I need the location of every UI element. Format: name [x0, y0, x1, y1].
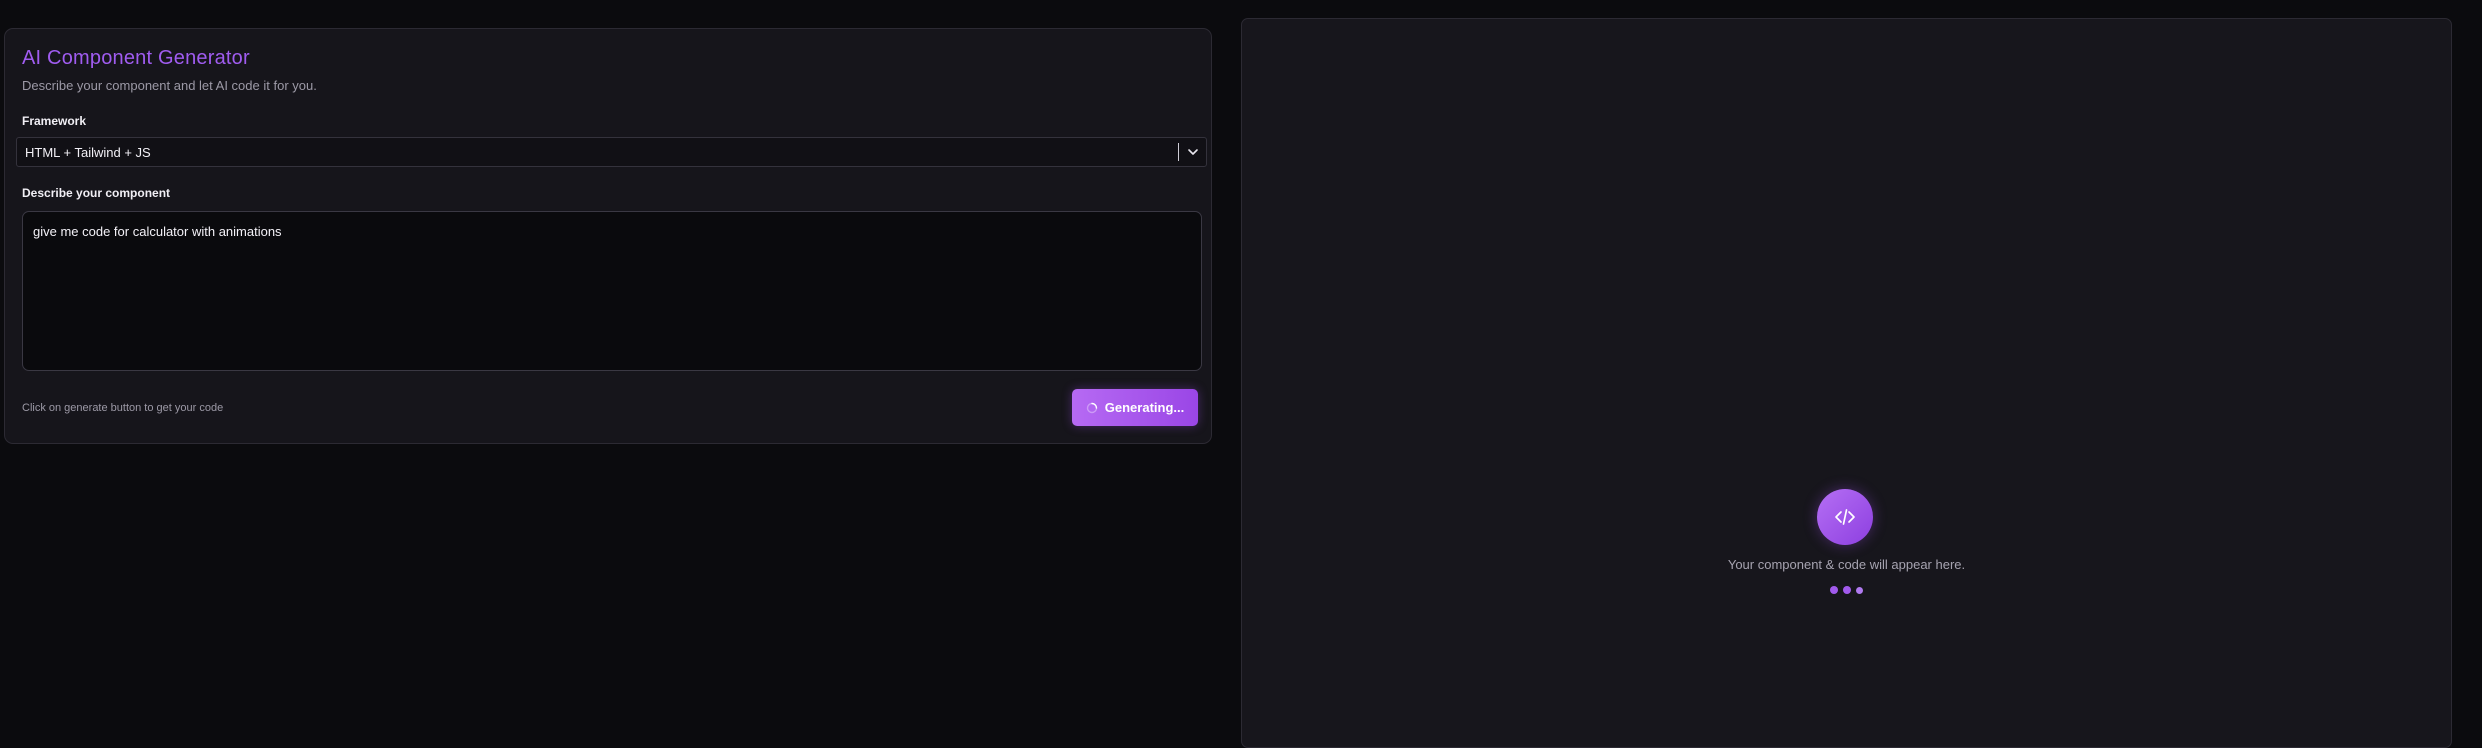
framework-select[interactable]: HTML + Tailwind + JS — [16, 137, 1207, 167]
preview-placeholder: Your component & code will appear here. — [1727, 557, 1966, 572]
page-title: AI Component Generator — [22, 47, 250, 69]
component-description-input[interactable]: give me code for calculator with animati… — [22, 211, 1202, 371]
framework-select-value: HTML + Tailwind + JS — [25, 145, 151, 160]
framework-label: Framework — [22, 114, 87, 128]
spinner-icon — [1086, 402, 1097, 413]
loading-dot — [1856, 586, 1863, 594]
generate-button-label: Generating... — [1104, 400, 1185, 415]
generator-panel: AI Component Generator Describe your com… — [4, 28, 1212, 444]
loading-dot — [1843, 586, 1851, 594]
page-subtitle: Describe your component and let AI code … — [22, 78, 317, 93]
loading-dot — [1830, 586, 1838, 594]
describe-label: Describe your component — [22, 186, 171, 200]
generate-button[interactable]: Generating... — [1072, 389, 1198, 426]
preview-panel: Your component & code will appear here. — [1241, 18, 2452, 748]
code-icon — [1835, 509, 1855, 525]
generate-hint: Click on generate button to get your cod… — [22, 402, 224, 414]
chevron-down-icon[interactable] — [1186, 145, 1200, 159]
select-divider — [1178, 143, 1179, 161]
loading-dots — [1830, 586, 1863, 594]
code-badge — [1817, 489, 1873, 545]
